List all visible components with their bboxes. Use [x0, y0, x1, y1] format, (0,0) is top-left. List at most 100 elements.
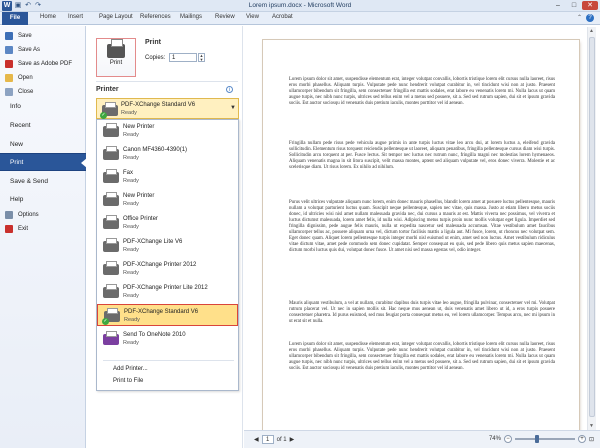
printer-option[interactable]: Fax Ready — [97, 166, 238, 188]
prev-page-icon[interactable]: ◀ — [254, 436, 259, 443]
nav-options-label: Options — [18, 212, 39, 218]
nav-recent[interactable]: Recent — [0, 116, 86, 134]
info-icon[interactable]: i — [226, 86, 233, 93]
close-icon[interactable]: ✕ — [582, 1, 598, 10]
print-preview: Lorem ipsum dolor sit amet, suspendisse … — [244, 26, 600, 448]
printer-option-status: Ready — [124, 317, 140, 323]
add-printer-link[interactable]: Add Printer... — [113, 366, 148, 372]
window-controls: – □ ✕ — [550, 1, 598, 10]
printer-list: New Printer Ready Canon MF4360-4390(1) R… — [96, 119, 239, 391]
maximize-icon[interactable]: □ — [566, 1, 582, 10]
tab-home[interactable]: Home — [40, 14, 56, 20]
exit-icon — [5, 225, 13, 233]
copies-input[interactable]: 1 — [169, 53, 197, 62]
printer-option[interactable]: New Printer Ready — [97, 120, 238, 142]
printer-select[interactable]: PDF-XChange Standard V6 Ready ▼ — [96, 98, 239, 119]
tab-references[interactable]: References — [140, 14, 171, 20]
preview-status-bar: ◀ 1 of 1 ▶ 74% − + ⊡ — [244, 430, 600, 448]
divider — [103, 360, 234, 361]
printer-option[interactable]: PDF-XChange Printer 2012 Ready — [97, 258, 238, 280]
nav-save-send[interactable]: Save & Send — [0, 172, 86, 190]
printer-option[interactable]: Send To OneNote 2010 Ready — [97, 328, 238, 350]
printer-option[interactable]: Canon MF4360-4390(1) Ready — [97, 143, 238, 165]
printer-option[interactable]: Office Printer Ready — [97, 212, 238, 234]
tab-mailings[interactable]: Mailings — [180, 14, 202, 20]
nav-save[interactable]: Save — [0, 30, 86, 42]
zoom-slider[interactable] — [514, 435, 575, 443]
tab-insert[interactable]: Insert — [68, 14, 83, 20]
nav-close-label: Close — [18, 89, 34, 95]
selected-printer-status: Ready — [121, 110, 137, 116]
printer-option-name: New Printer — [123, 124, 155, 130]
close-doc-icon — [5, 88, 13, 96]
vertical-scrollbar[interactable]: ▲ ▼ — [587, 27, 596, 430]
printer-option-selected[interactable]: PDF-XChange Standard V6 Ready — [97, 304, 238, 326]
nav-save-label: Save — [18, 33, 32, 39]
tab-view[interactable]: View — [246, 14, 259, 20]
backstage-nav: Save Save As Save as Adobe PDF Open Clos… — [0, 26, 87, 448]
print-button-label: Print — [109, 60, 123, 66]
printer-icon — [103, 192, 119, 206]
printer-icon — [107, 39, 125, 58]
ribbon-minimize-icon[interactable]: ⌃ — [577, 14, 582, 21]
zoom-out-icon[interactable]: − — [503, 435, 512, 443]
chevron-down-icon[interactable]: ▼ — [230, 105, 236, 111]
scroll-up-icon[interactable]: ▲ — [589, 28, 594, 34]
nav-options[interactable]: Options — [0, 209, 86, 221]
document-paragraph: Purus velit ultrices vulputate aliquam n… — [289, 200, 555, 253]
nav-open-label: Open — [18, 75, 33, 81]
nav-info[interactable]: Info — [0, 97, 86, 115]
printer-option-status: Ready — [123, 293, 139, 299]
nav-help[interactable]: Help — [0, 190, 86, 208]
printer-option-status: Ready — [123, 270, 139, 276]
ribbon-tabs: File Home Insert Page Layout References … — [0, 12, 600, 25]
tab-file[interactable]: File — [2, 12, 28, 25]
printer-option[interactable]: PDF-XChange Printer Lite 2012 Ready — [97, 281, 238, 303]
printer-option-name: PDF-XChange Printer Lite 2012 — [123, 285, 208, 291]
printer-option-status: Ready — [123, 155, 139, 161]
page-number-input[interactable]: 1 — [261, 435, 274, 444]
help-icon[interactable]: ? — [586, 14, 594, 22]
save-icon — [5, 32, 13, 40]
nav-open[interactable]: Open — [0, 72, 86, 84]
window-title: Lorem ipsum.docx - Microsoft Word — [248, 2, 352, 9]
selected-printer-name: PDF-XChange Standard V6 — [121, 102, 196, 108]
page-count: of 1 — [276, 436, 287, 443]
tab-review[interactable]: Review — [215, 14, 235, 20]
nav-print[interactable]: Print — [0, 153, 87, 171]
printer-icon — [103, 261, 119, 275]
nav-save-adobe-pdf[interactable]: Save as Adobe PDF — [0, 58, 86, 70]
zoom-slider-knob[interactable] — [535, 435, 540, 443]
scroll-down-icon[interactable]: ▼ — [589, 423, 594, 429]
nav-new[interactable]: New — [0, 135, 86, 153]
print-to-file-link[interactable]: Print to File — [113, 378, 143, 384]
printer-option[interactable]: PDF-XChange Lite V6 Ready — [97, 235, 238, 257]
printer-option-name: New Printer — [123, 193, 155, 199]
printer-option-name: PDF-XChange Lite V6 — [123, 239, 183, 245]
document-paragraph: Lorem ipsum dolor sit amet, suspendisse … — [289, 342, 555, 371]
nav-exit[interactable]: Exit — [0, 223, 86, 235]
printer-option-name: Office Printer — [123, 216, 158, 222]
fit-page-icon[interactable]: ⊡ — [589, 436, 594, 443]
nav-save-as[interactable]: Save As — [0, 44, 86, 56]
tab-acrobat[interactable]: Acrobat — [272, 14, 293, 20]
scroll-thumb[interactable] — [589, 37, 595, 417]
tab-page-layout[interactable]: Page Layout — [99, 14, 133, 20]
printer-option-status: Ready — [123, 340, 139, 346]
preview-page: Lorem ipsum dolor sit amet, suspendisse … — [263, 40, 579, 448]
zoom-in-icon[interactable]: + — [577, 435, 586, 443]
printer-option[interactable]: New Printer Ready — [97, 189, 238, 211]
minimize-icon[interactable]: – — [550, 1, 566, 10]
printer-icon — [102, 308, 120, 325]
options-icon — [5, 211, 13, 219]
print-panel: Print Print Copies: 1 ▲▼ Printer i PDF-X… — [87, 26, 243, 448]
printer-option-status: Ready — [123, 247, 139, 253]
onenote-icon — [103, 331, 119, 345]
printer-option-name: Fax — [123, 170, 134, 176]
print-button[interactable]: Print — [96, 38, 136, 77]
next-page-icon[interactable]: ▶ — [290, 436, 295, 443]
printer-option-name: Send To OneNote 2010 — [123, 332, 186, 338]
copies-spinner[interactable]: ▲ ▼ — [198, 53, 205, 62]
document-paragraph: Fringilla nullam pede risus pede vehicul… — [289, 141, 555, 170]
document-paragraph: Lorem ipsum dolor sit amet, suspendisse … — [289, 77, 555, 106]
